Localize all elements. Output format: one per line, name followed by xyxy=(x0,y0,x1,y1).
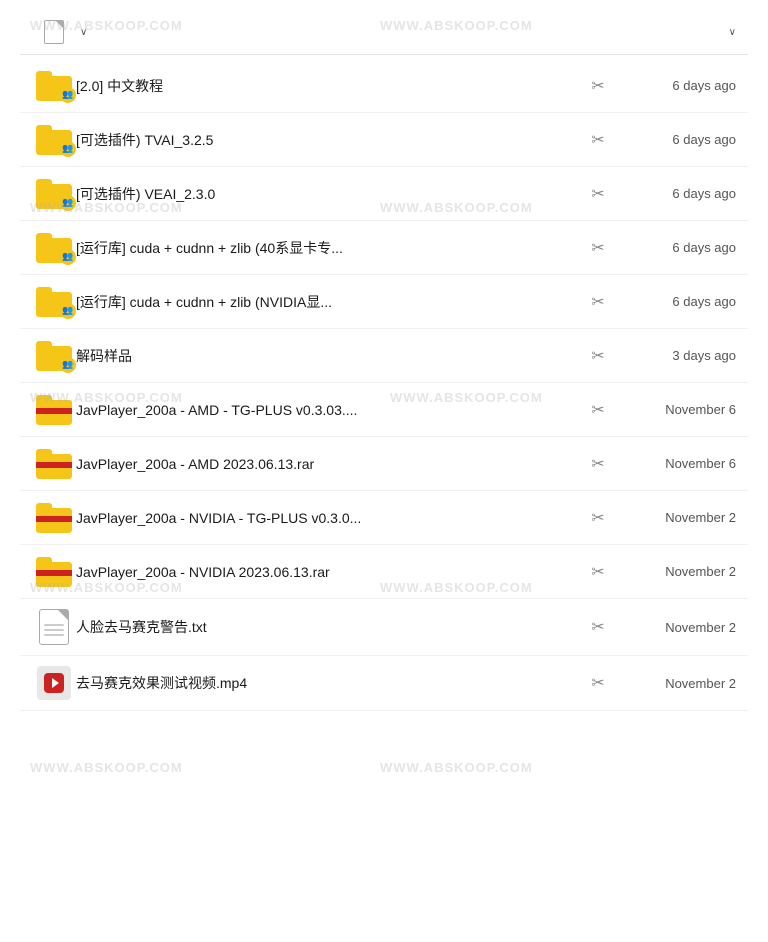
header-file-icon-cell xyxy=(32,20,76,44)
file-name: [2.0] 中文教程 xyxy=(76,76,584,96)
folder-shared-icon: 👥 xyxy=(36,125,72,155)
header-name-column[interactable]: ∨ xyxy=(76,27,596,38)
list-item[interactable]: 👥 [运行库] cuda + cudnn + zlib (40系显卡专... ✂… xyxy=(20,221,748,275)
archive-folder-icon xyxy=(36,395,72,425)
file-name: [运行库] cuda + cudnn + zlib (NVIDIA显... xyxy=(76,292,584,312)
tools-icon: ✂ xyxy=(591,130,604,150)
archive-folder-icon xyxy=(36,449,72,479)
action-tools-icon[interactable]: ✂ xyxy=(584,400,612,420)
list-item[interactable]: 👥 [可选插件) VEAI_2.3.0 ✂ 6 days ago xyxy=(20,167,748,221)
file-modified-date: 6 days ago xyxy=(616,186,736,201)
tools-icon: ✂ xyxy=(591,292,604,312)
action-tools-icon[interactable]: ✂ xyxy=(584,617,612,637)
file-modified-date: 6 days ago xyxy=(616,78,736,93)
list-item[interactable]: 👥 [运行库] cuda + cudnn + zlib (NVIDIA显... … xyxy=(20,275,748,329)
file-icon-cell: 👥 xyxy=(32,125,76,155)
list-item[interactable]: 👥 解码样品 ✂ 3 days ago xyxy=(20,329,748,383)
file-icon-cell xyxy=(32,609,76,645)
tools-icon: ✂ xyxy=(591,673,604,693)
file-modified-date: 6 days ago xyxy=(616,294,736,309)
tools-icon: ✂ xyxy=(591,238,604,258)
folder-shared-icon: 👥 xyxy=(36,179,72,209)
file-name: JavPlayer_200a - AMD - TG-PLUS v0.3.03..… xyxy=(76,402,584,418)
file-modified-date: November 6 xyxy=(616,456,736,471)
list-item[interactable]: JavPlayer_200a - NVIDIA - TG-PLUS v0.3.0… xyxy=(20,491,748,545)
file-modified-date: 3 days ago xyxy=(616,348,736,363)
file-modified-date: 6 days ago xyxy=(616,132,736,147)
action-tools-icon[interactable]: ✂ xyxy=(584,184,612,204)
file-name: 去马赛克效果测试视频.mp4 xyxy=(76,673,584,693)
header-modified-column[interactable]: ∨ xyxy=(596,27,736,38)
file-modified-date: November 2 xyxy=(616,676,736,691)
action-tools-icon[interactable]: ✂ xyxy=(584,346,612,366)
action-tools-icon[interactable]: ✂ xyxy=(584,238,612,258)
header-file-icon xyxy=(44,20,64,44)
file-list: ∨ ∨ 👥 [2.0] 中文教程 ✂ 6 days ago 👥 [可选 xyxy=(0,0,768,711)
watermark: WWW.ABSKOOP.COM xyxy=(380,760,533,775)
file-modified-date: 6 days ago xyxy=(616,240,736,255)
file-name: JavPlayer_200a - NVIDIA - TG-PLUS v0.3.0… xyxy=(76,510,584,526)
file-modified-date: November 2 xyxy=(616,620,736,635)
file-name: [可选插件) VEAI_2.3.0 xyxy=(76,184,584,204)
file-icon-cell xyxy=(32,666,76,700)
tools-icon: ✂ xyxy=(591,76,604,96)
list-item[interactable]: 去马赛克效果测试视频.mp4 ✂ November 2 xyxy=(20,656,748,711)
file-icon-cell: 👥 xyxy=(32,341,76,371)
file-icon-cell: 👥 xyxy=(32,179,76,209)
file-icon-cell xyxy=(32,395,76,425)
watermark: WWW.ABSKOOP.COM xyxy=(30,760,183,775)
archive-folder-icon xyxy=(36,557,72,587)
list-item[interactable]: JavPlayer_200a - AMD 2023.06.13.rar ✂ No… xyxy=(20,437,748,491)
action-tools-icon[interactable]: ✂ xyxy=(584,508,612,528)
file-name: 解码样品 xyxy=(76,346,584,366)
folder-shared-icon: 👥 xyxy=(36,71,72,101)
file-name: JavPlayer_200a - AMD 2023.06.13.rar xyxy=(76,456,584,472)
list-header: ∨ ∨ xyxy=(20,10,748,55)
file-name: JavPlayer_200a - NVIDIA 2023.06.13.rar xyxy=(76,564,584,580)
list-item[interactable]: 👥 [可选插件) TVAI_3.2.5 ✂ 6 days ago xyxy=(20,113,748,167)
file-icon-cell: 👥 xyxy=(32,71,76,101)
archive-folder-icon xyxy=(36,503,72,533)
list-item[interactable]: JavPlayer_200a - NVIDIA 2023.06.13.rar ✂… xyxy=(20,545,748,599)
action-tools-icon[interactable]: ✂ xyxy=(584,76,612,96)
file-name: [运行库] cuda + cudnn + zlib (40系显卡专... xyxy=(76,238,584,258)
rows-container: 👥 [2.0] 中文教程 ✂ 6 days ago 👥 [可选插件) TVAI_… xyxy=(20,59,748,711)
file-name: 人脸去马赛克警告.txt xyxy=(76,617,584,637)
txt-file-icon xyxy=(39,609,69,645)
file-icon-cell: 👥 xyxy=(32,233,76,263)
folder-shared-icon: 👥 xyxy=(36,287,72,317)
tools-icon: ✂ xyxy=(591,454,604,474)
tools-icon: ✂ xyxy=(591,508,604,528)
file-icon-cell xyxy=(32,557,76,587)
action-tools-icon[interactable]: ✂ xyxy=(584,673,612,693)
list-item[interactable]: JavPlayer_200a - AMD - TG-PLUS v0.3.03..… xyxy=(20,383,748,437)
tools-icon: ✂ xyxy=(591,562,604,582)
file-modified-date: November 6 xyxy=(616,402,736,417)
file-icon-cell xyxy=(32,449,76,479)
action-tools-icon[interactable]: ✂ xyxy=(584,292,612,312)
file-name: [可选插件) TVAI_3.2.5 xyxy=(76,130,584,150)
tools-icon: ✂ xyxy=(591,400,604,420)
file-modified-date: November 2 xyxy=(616,510,736,525)
header-name-chevron: ∨ xyxy=(80,27,87,38)
action-tools-icon[interactable]: ✂ xyxy=(584,454,612,474)
list-item[interactable]: 👥 [2.0] 中文教程 ✂ 6 days ago xyxy=(20,59,748,113)
list-item[interactable]: 人脸去马赛克警告.txt ✂ November 2 xyxy=(20,599,748,656)
folder-shared-icon: 👥 xyxy=(36,341,72,371)
folder-shared-icon: 👥 xyxy=(36,233,72,263)
video-file-icon xyxy=(37,666,71,700)
action-tools-icon[interactable]: ✂ xyxy=(584,130,612,150)
action-tools-icon[interactable]: ✂ xyxy=(584,562,612,582)
tools-icon: ✂ xyxy=(591,617,604,637)
tools-icon: ✂ xyxy=(591,346,604,366)
tools-icon: ✂ xyxy=(591,184,604,204)
file-icon-cell: 👥 xyxy=(32,287,76,317)
file-icon-cell xyxy=(32,503,76,533)
header-modified-chevron: ∨ xyxy=(729,27,736,38)
file-modified-date: November 2 xyxy=(616,564,736,579)
